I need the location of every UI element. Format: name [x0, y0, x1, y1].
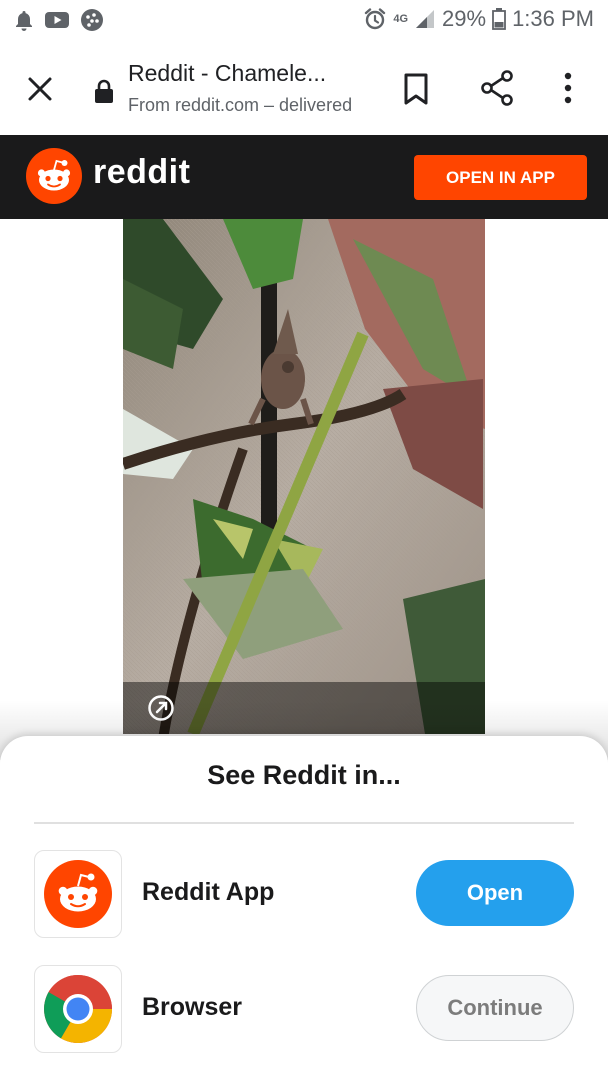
chameleon-photo	[123, 219, 485, 734]
status-bar: 4G 29% 1:36 PM	[0, 0, 608, 40]
youtube-icon	[45, 12, 69, 28]
lte-4g-icon: 4G	[393, 13, 409, 25]
alarm-icon	[365, 8, 386, 30]
status-bar-notifications	[14, 8, 104, 32]
browser-toolbar: Reddit - Chamele... From reddit.com – de…	[0, 40, 608, 135]
sheet-divider	[34, 822, 574, 824]
continue-button[interactable]: Continue	[416, 975, 574, 1041]
option-label: Reddit App	[142, 878, 275, 906]
reddit-wordmark: reddit	[93, 153, 191, 191]
dots-app-icon	[81, 9, 103, 31]
bell-icon	[16, 11, 32, 31]
battery-icon	[492, 8, 506, 30]
signal-icon	[416, 10, 435, 28]
open-button[interactable]: Open	[416, 860, 574, 926]
post-image[interactable]	[123, 219, 485, 734]
open-in-app-button[interactable]: OPEN IN APP	[414, 155, 587, 200]
chrome-icon-box	[34, 965, 122, 1053]
bookmark-icon[interactable]	[401, 72, 431, 106]
sheet-title: See Reddit in...	[207, 760, 401, 790]
reddit-app-icon	[44, 860, 112, 928]
share-icon[interactable]	[480, 70, 514, 106]
post-media	[0, 219, 608, 739]
option-label: Browser	[142, 993, 243, 1021]
clock: 1:36 PM	[512, 6, 594, 31]
close-icon[interactable]	[24, 73, 56, 105]
option-reddit-app: Reddit App Open	[0, 850, 608, 938]
reddit-site-header: reddit OPEN IN APP	[0, 135, 608, 219]
status-bar-system: 4G 29% 1:36 PM	[363, 6, 594, 32]
open-in-bottom-sheet: See Reddit in... Reddit App Open Browser…	[0, 736, 608, 1080]
lock-icon	[95, 79, 113, 103]
more-vert-icon[interactable]	[558, 70, 578, 106]
page-url: From reddit.com – delivered	[128, 95, 353, 115]
page-title: Reddit - Chamele...	[128, 60, 327, 86]
reddit-app-icon-box	[34, 850, 122, 938]
reddit-logo-icon[interactable]	[26, 148, 82, 204]
chrome-icon	[44, 975, 112, 1043]
option-browser: Browser Continue	[0, 965, 608, 1053]
battery-percent: 29%	[442, 6, 487, 31]
